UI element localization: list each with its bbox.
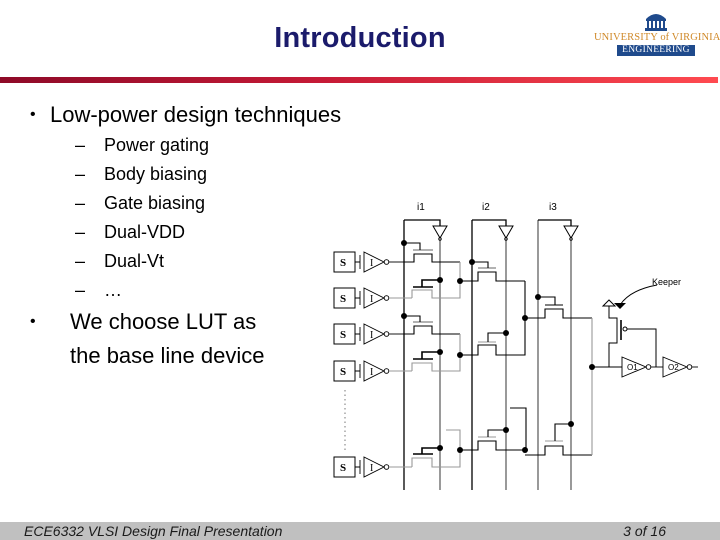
bullet-text: Low-power design techniques — [50, 102, 342, 127]
label-i1: i1 — [417, 202, 425, 213]
keeper-label: Keeper — [652, 277, 681, 287]
bullet-marker: • — [30, 106, 36, 123]
sram-cells: S S S S S — [333, 251, 356, 478]
pass-transistors-stage2 — [460, 261, 527, 451]
sram-cell-row: S — [333, 251, 356, 273]
sub-marker: – — [75, 135, 86, 155]
sram-cell-row: S — [333, 456, 356, 478]
sub-marker: – — [75, 164, 86, 184]
junction-dots — [401, 240, 595, 453]
input-inverters — [432, 225, 579, 241]
rotunda-icon — [645, 14, 667, 31]
bullet-text-line: the base line device — [70, 343, 265, 368]
sram-cell-label: S — [340, 257, 346, 269]
sram-cell-label: S — [340, 366, 346, 378]
input-labels: i1 i2 i3 — [417, 202, 557, 213]
sram-cell-label: S — [340, 462, 346, 474]
keeper-circuit — [592, 299, 657, 368]
label-i3: i3 — [549, 202, 557, 213]
output-inverters: O1 O2 — [621, 356, 698, 378]
slide-number: 3 of 16 — [623, 523, 666, 539]
inverter-label: I — [370, 258, 373, 269]
sub-marker: – — [75, 193, 86, 213]
pass-transistors-stage1 — [404, 242, 461, 468]
logo-engineering-text: ENGINEERING — [617, 45, 695, 56]
inverter-label: I — [370, 294, 373, 305]
sram-cell-label: S — [340, 329, 346, 341]
keeper-arrowhead — [614, 303, 626, 309]
university-logo: UNIVERSITY of VIRGINIA ENGINEERING — [594, 10, 720, 60]
slide-footer: ECE6332 VLSI Design Final Presentation 3… — [0, 522, 720, 540]
title-divider — [0, 77, 718, 83]
inverter-label: I — [370, 330, 373, 341]
logo-university-text: UNIVERSITY of VIRGINIA — [594, 32, 720, 43]
sram-cell-row: S — [333, 360, 356, 382]
footer-course-title: ECE6332 VLSI Design Final Presentation — [24, 523, 283, 539]
sub-item-text: Dual-Vt — [104, 251, 165, 271]
output-inverter-label: O2 — [668, 363, 679, 372]
lut-circuit-diagram: i1 i2 i3 S S S S S I I I I I Keeper O1 O… — [333, 202, 698, 490]
sub-item-text: … — [104, 280, 122, 300]
sub-marker: – — [75, 280, 86, 300]
sub-item-text: Gate biasing — [104, 193, 206, 213]
inverter-label: I — [370, 367, 373, 378]
sub-marker: – — [75, 222, 86, 242]
sub-item-text: Dual-VDD — [104, 222, 186, 242]
sub-item-text: Body biasing — [104, 164, 208, 184]
sub-item-text: Power gating — [104, 135, 210, 155]
sram-cell-row: S — [333, 323, 356, 345]
keeper-arrow — [619, 284, 658, 306]
label-i2: i2 — [482, 202, 490, 213]
sram-cell-label: S — [340, 293, 346, 305]
inverter-label: I — [370, 463, 373, 474]
bullet-text-line: We choose LUT as — [70, 309, 257, 334]
bullet-marker: • — [30, 313, 36, 330]
output-inverter-label: O1 — [627, 363, 638, 372]
sub-marker: – — [75, 251, 86, 271]
sram-cell-row: S — [333, 287, 356, 309]
